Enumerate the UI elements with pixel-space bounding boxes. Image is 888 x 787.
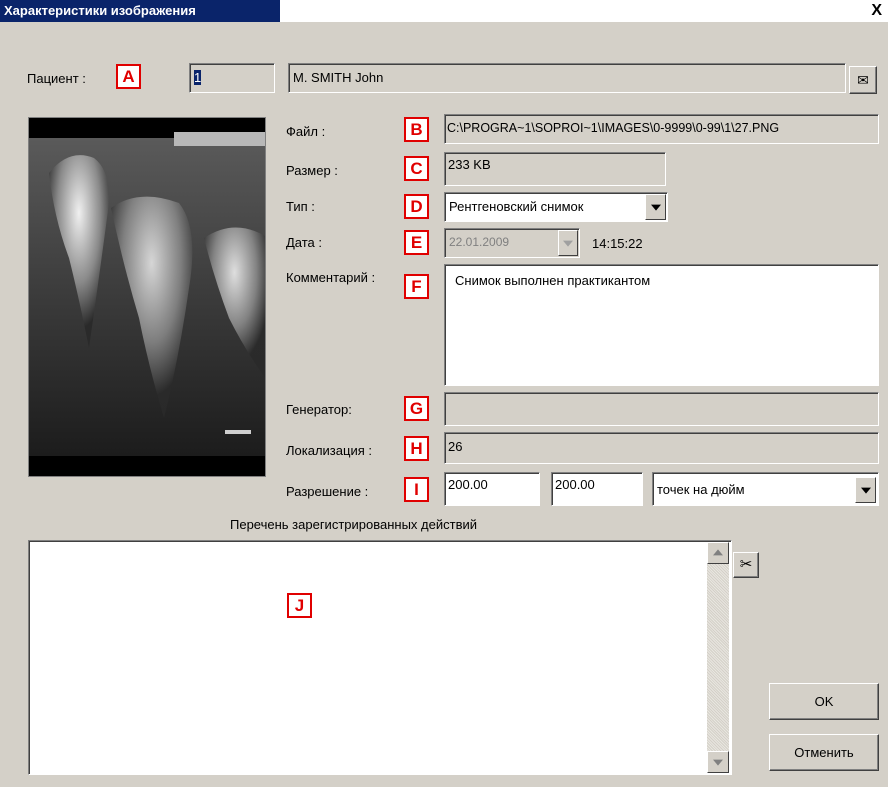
- generator-label: Генератор:: [286, 402, 352, 417]
- resolution-y-input[interactable]: 200.00: [551, 472, 643, 506]
- title-bar: Характеристики изображения X: [0, 0, 888, 22]
- marker-a: A: [116, 64, 141, 89]
- resolution-unit-value: точек на дюйм: [657, 482, 745, 497]
- window-title: Характеристики изображения: [0, 0, 280, 22]
- time-value: 14:15:22: [592, 236, 643, 251]
- file-path-field: C:\PROGRA~1\SOPROI~1\IMAGES\0-9999\0-99\…: [444, 114, 879, 144]
- patient-id-field[interactable]: 1: [189, 63, 275, 93]
- generator-field: [444, 392, 879, 426]
- size-label: Размер :: [286, 163, 338, 178]
- comment-textarea[interactable]: Снимок выполнен практикантом: [444, 264, 879, 386]
- type-select-value: Рентгеновский снимок: [449, 199, 584, 214]
- comment-label: Комментарий :: [286, 270, 376, 285]
- mail-icon[interactable]: ✉: [849, 66, 877, 94]
- patient-label: Пациент :: [27, 71, 86, 86]
- scroll-down-arrow-icon[interactable]: [707, 751, 729, 773]
- marker-f: F: [404, 274, 429, 299]
- date-label: Дата :: [286, 235, 323, 250]
- resolution-label: Разрешение :: [286, 484, 369, 499]
- size-field: 233 KB: [444, 152, 666, 186]
- marker-d: D: [404, 194, 429, 219]
- marker-g: G: [404, 396, 429, 421]
- close-icon[interactable]: X: [871, 3, 882, 19]
- resolution-unit-dropdown-arrow-icon[interactable]: [855, 477, 876, 503]
- marker-b: B: [404, 117, 429, 142]
- xray-teeth-graphic: [29, 118, 265, 476]
- scissors-icon[interactable]: ✂: [733, 552, 759, 578]
- resolution-unit-select[interactable]: точек на дюйм: [652, 472, 879, 506]
- date-value: 22.01.2009: [449, 235, 510, 249]
- type-select[interactable]: Рентгеновский снимок: [444, 192, 668, 222]
- marker-e: E: [404, 230, 429, 255]
- actions-label: Перечень зарегистрированных действий: [230, 517, 477, 532]
- resolution-x-input[interactable]: 200.00: [444, 472, 540, 506]
- cancel-button[interactable]: Отменить: [769, 734, 879, 771]
- actions-list[interactable]: [28, 540, 732, 775]
- marker-j: J: [287, 593, 312, 618]
- scroll-up-arrow-icon[interactable]: [707, 542, 729, 564]
- marker-h: H: [404, 436, 429, 461]
- xray-image: [28, 117, 266, 477]
- date-dropdown-arrow-icon: [558, 230, 578, 256]
- marker-c: C: [404, 156, 429, 181]
- ok-button[interactable]: OK: [769, 683, 879, 720]
- type-label: Тип :: [286, 199, 315, 214]
- localization-field: 26: [444, 432, 879, 464]
- actions-scrollbar[interactable]: [707, 542, 729, 773]
- patient-name-field: M. SMITH John: [288, 63, 846, 93]
- image-properties-dialog: Характеристики изображения X Пациент : A…: [0, 0, 888, 787]
- type-dropdown-arrow-icon[interactable]: [645, 194, 666, 220]
- file-label: Файл :: [286, 124, 326, 139]
- localization-label: Локализация :: [286, 443, 372, 458]
- marker-i: I: [404, 477, 429, 502]
- patient-id-value: 1: [194, 70, 202, 85]
